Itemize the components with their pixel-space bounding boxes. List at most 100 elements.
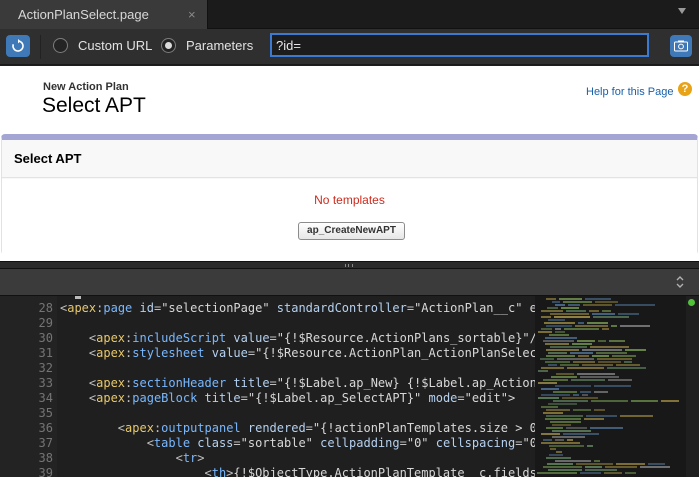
custom-url-radio[interactable] bbox=[53, 38, 68, 53]
parameters-radio[interactable] bbox=[161, 38, 176, 53]
parameters-label[interactable]: Parameters bbox=[186, 38, 253, 53]
code-area[interactable]: <apex:page id="selectionPage" standardCo… bbox=[60, 296, 535, 477]
minimap-line bbox=[594, 391, 608, 393]
tab-bar: ActionPlanSelect.page × bbox=[0, 0, 699, 29]
minimap-line bbox=[582, 364, 613, 366]
minimap[interactable] bbox=[535, 296, 686, 477]
screenshot-button[interactable] bbox=[670, 35, 692, 57]
minimap-line bbox=[609, 340, 625, 342]
minimap-line bbox=[594, 385, 631, 387]
code-token: class bbox=[197, 436, 234, 450]
minimap-line bbox=[552, 430, 591, 432]
code-token: = bbox=[269, 331, 277, 345]
close-icon[interactable]: × bbox=[188, 7, 196, 22]
code-token: = bbox=[305, 421, 313, 435]
minimap-line bbox=[576, 463, 613, 465]
minimap-line bbox=[541, 388, 559, 390]
code-token: mode bbox=[428, 391, 458, 405]
page-preview: New Action Plan Select APT Help for this… bbox=[0, 66, 699, 261]
minimap-line bbox=[545, 337, 577, 339]
code-line: <th>{!$ObjectType.ActionPlanTemplate__c.… bbox=[60, 466, 535, 477]
minimap-line bbox=[546, 298, 556, 300]
minimap-line bbox=[553, 400, 588, 402]
minimap-line bbox=[561, 307, 579, 309]
minimap-line bbox=[568, 304, 580, 306]
minimap-line bbox=[541, 433, 560, 435]
minimap-line bbox=[570, 352, 593, 354]
chevron-down-icon[interactable] bbox=[678, 8, 686, 14]
minimap-line bbox=[620, 415, 653, 417]
minimap-line bbox=[552, 301, 560, 303]
create-new-apt-button[interactable]: ap_CreateNewAPT bbox=[298, 222, 405, 240]
minimap-line bbox=[560, 364, 579, 366]
parameters-input[interactable] bbox=[270, 33, 649, 57]
block-body: No templates ap_CreateNewAPT bbox=[2, 179, 697, 255]
code-token: "sortable" bbox=[240, 436, 321, 450]
minimap-line bbox=[590, 346, 629, 348]
code-token: = bbox=[233, 436, 241, 450]
minimap-line bbox=[580, 376, 619, 378]
empty-message: No templates bbox=[314, 193, 385, 207]
tab-actionplanselect[interactable]: ActionPlanSelect.page × bbox=[0, 0, 208, 29]
code-token: value bbox=[233, 331, 270, 345]
code-editor[interactable]: 28 29 30 31 32 33 34 35 36 37 38 39 <apex:page id="… bbox=[0, 296, 699, 477]
url-bar: Custom URL Parameters bbox=[0, 29, 699, 65]
minimap-line bbox=[546, 349, 579, 351]
minimap-line bbox=[556, 373, 574, 375]
minimap-line bbox=[590, 427, 623, 429]
code-token: "{!$Label.ap_SelectAPT}" bbox=[247, 391, 429, 405]
minimap-line bbox=[541, 316, 551, 318]
minimap-line bbox=[620, 325, 650, 327]
minimap-line bbox=[563, 433, 599, 435]
minimap-line bbox=[640, 466, 670, 468]
code-token: "ActionPlan__c" e bbox=[414, 301, 535, 315]
minimap-line bbox=[615, 304, 655, 306]
block-header: Select APT bbox=[2, 140, 697, 178]
minimap-line bbox=[541, 442, 580, 444]
code-line: <apex:page id="selectionPage" standardCo… bbox=[60, 301, 535, 316]
custom-url-label[interactable]: Custom URL bbox=[78, 38, 152, 53]
minimap-line bbox=[661, 400, 679, 402]
minimap-line bbox=[573, 394, 579, 396]
code-token: = bbox=[240, 391, 248, 405]
minimap-line bbox=[541, 310, 563, 312]
minimap-line bbox=[545, 343, 569, 345]
minimap-line bbox=[625, 349, 646, 351]
refresh-button[interactable] bbox=[6, 35, 30, 57]
panel-splitter[interactable] bbox=[0, 261, 699, 269]
refresh-icon bbox=[12, 39, 24, 52]
minimap-line bbox=[602, 328, 609, 330]
minimap-line bbox=[618, 313, 639, 315]
minimap-line bbox=[545, 418, 581, 420]
code-token: tr bbox=[182, 451, 198, 465]
code-line: <apex:pageBlock title="{!$Label.ap_Selec… bbox=[60, 391, 515, 406]
line-number: 29 bbox=[38, 316, 53, 330]
grip-icon[interactable] bbox=[345, 264, 353, 267]
minimap-line bbox=[625, 472, 636, 474]
code-token: table bbox=[153, 436, 198, 450]
minimap-line bbox=[548, 352, 567, 354]
help-icon[interactable]: ? bbox=[678, 82, 692, 96]
minimap-line bbox=[624, 361, 632, 363]
help-link[interactable]: Help for this Page bbox=[586, 86, 673, 98]
line-number: 32 bbox=[38, 361, 53, 375]
minimap-line bbox=[594, 460, 600, 462]
minimap-line bbox=[616, 463, 645, 465]
minimap-line bbox=[567, 367, 604, 369]
minimap-line bbox=[555, 304, 565, 306]
line-number: 39 bbox=[38, 466, 53, 477]
minimap-line bbox=[541, 394, 570, 396]
minimap-line bbox=[543, 466, 582, 468]
code-token: th bbox=[211, 466, 227, 477]
minimap-line bbox=[546, 427, 563, 429]
updown-arrows-icon[interactable] bbox=[675, 275, 685, 289]
minimap-line bbox=[572, 343, 592, 345]
minimap-line bbox=[544, 322, 575, 324]
code-token: > bbox=[197, 451, 205, 465]
minimap-line bbox=[545, 361, 570, 363]
minimap-line bbox=[585, 298, 611, 300]
code-token: value bbox=[211, 346, 248, 360]
code-token: < bbox=[60, 346, 97, 360]
minimap-line bbox=[597, 358, 632, 360]
code-token: id bbox=[139, 301, 154, 315]
